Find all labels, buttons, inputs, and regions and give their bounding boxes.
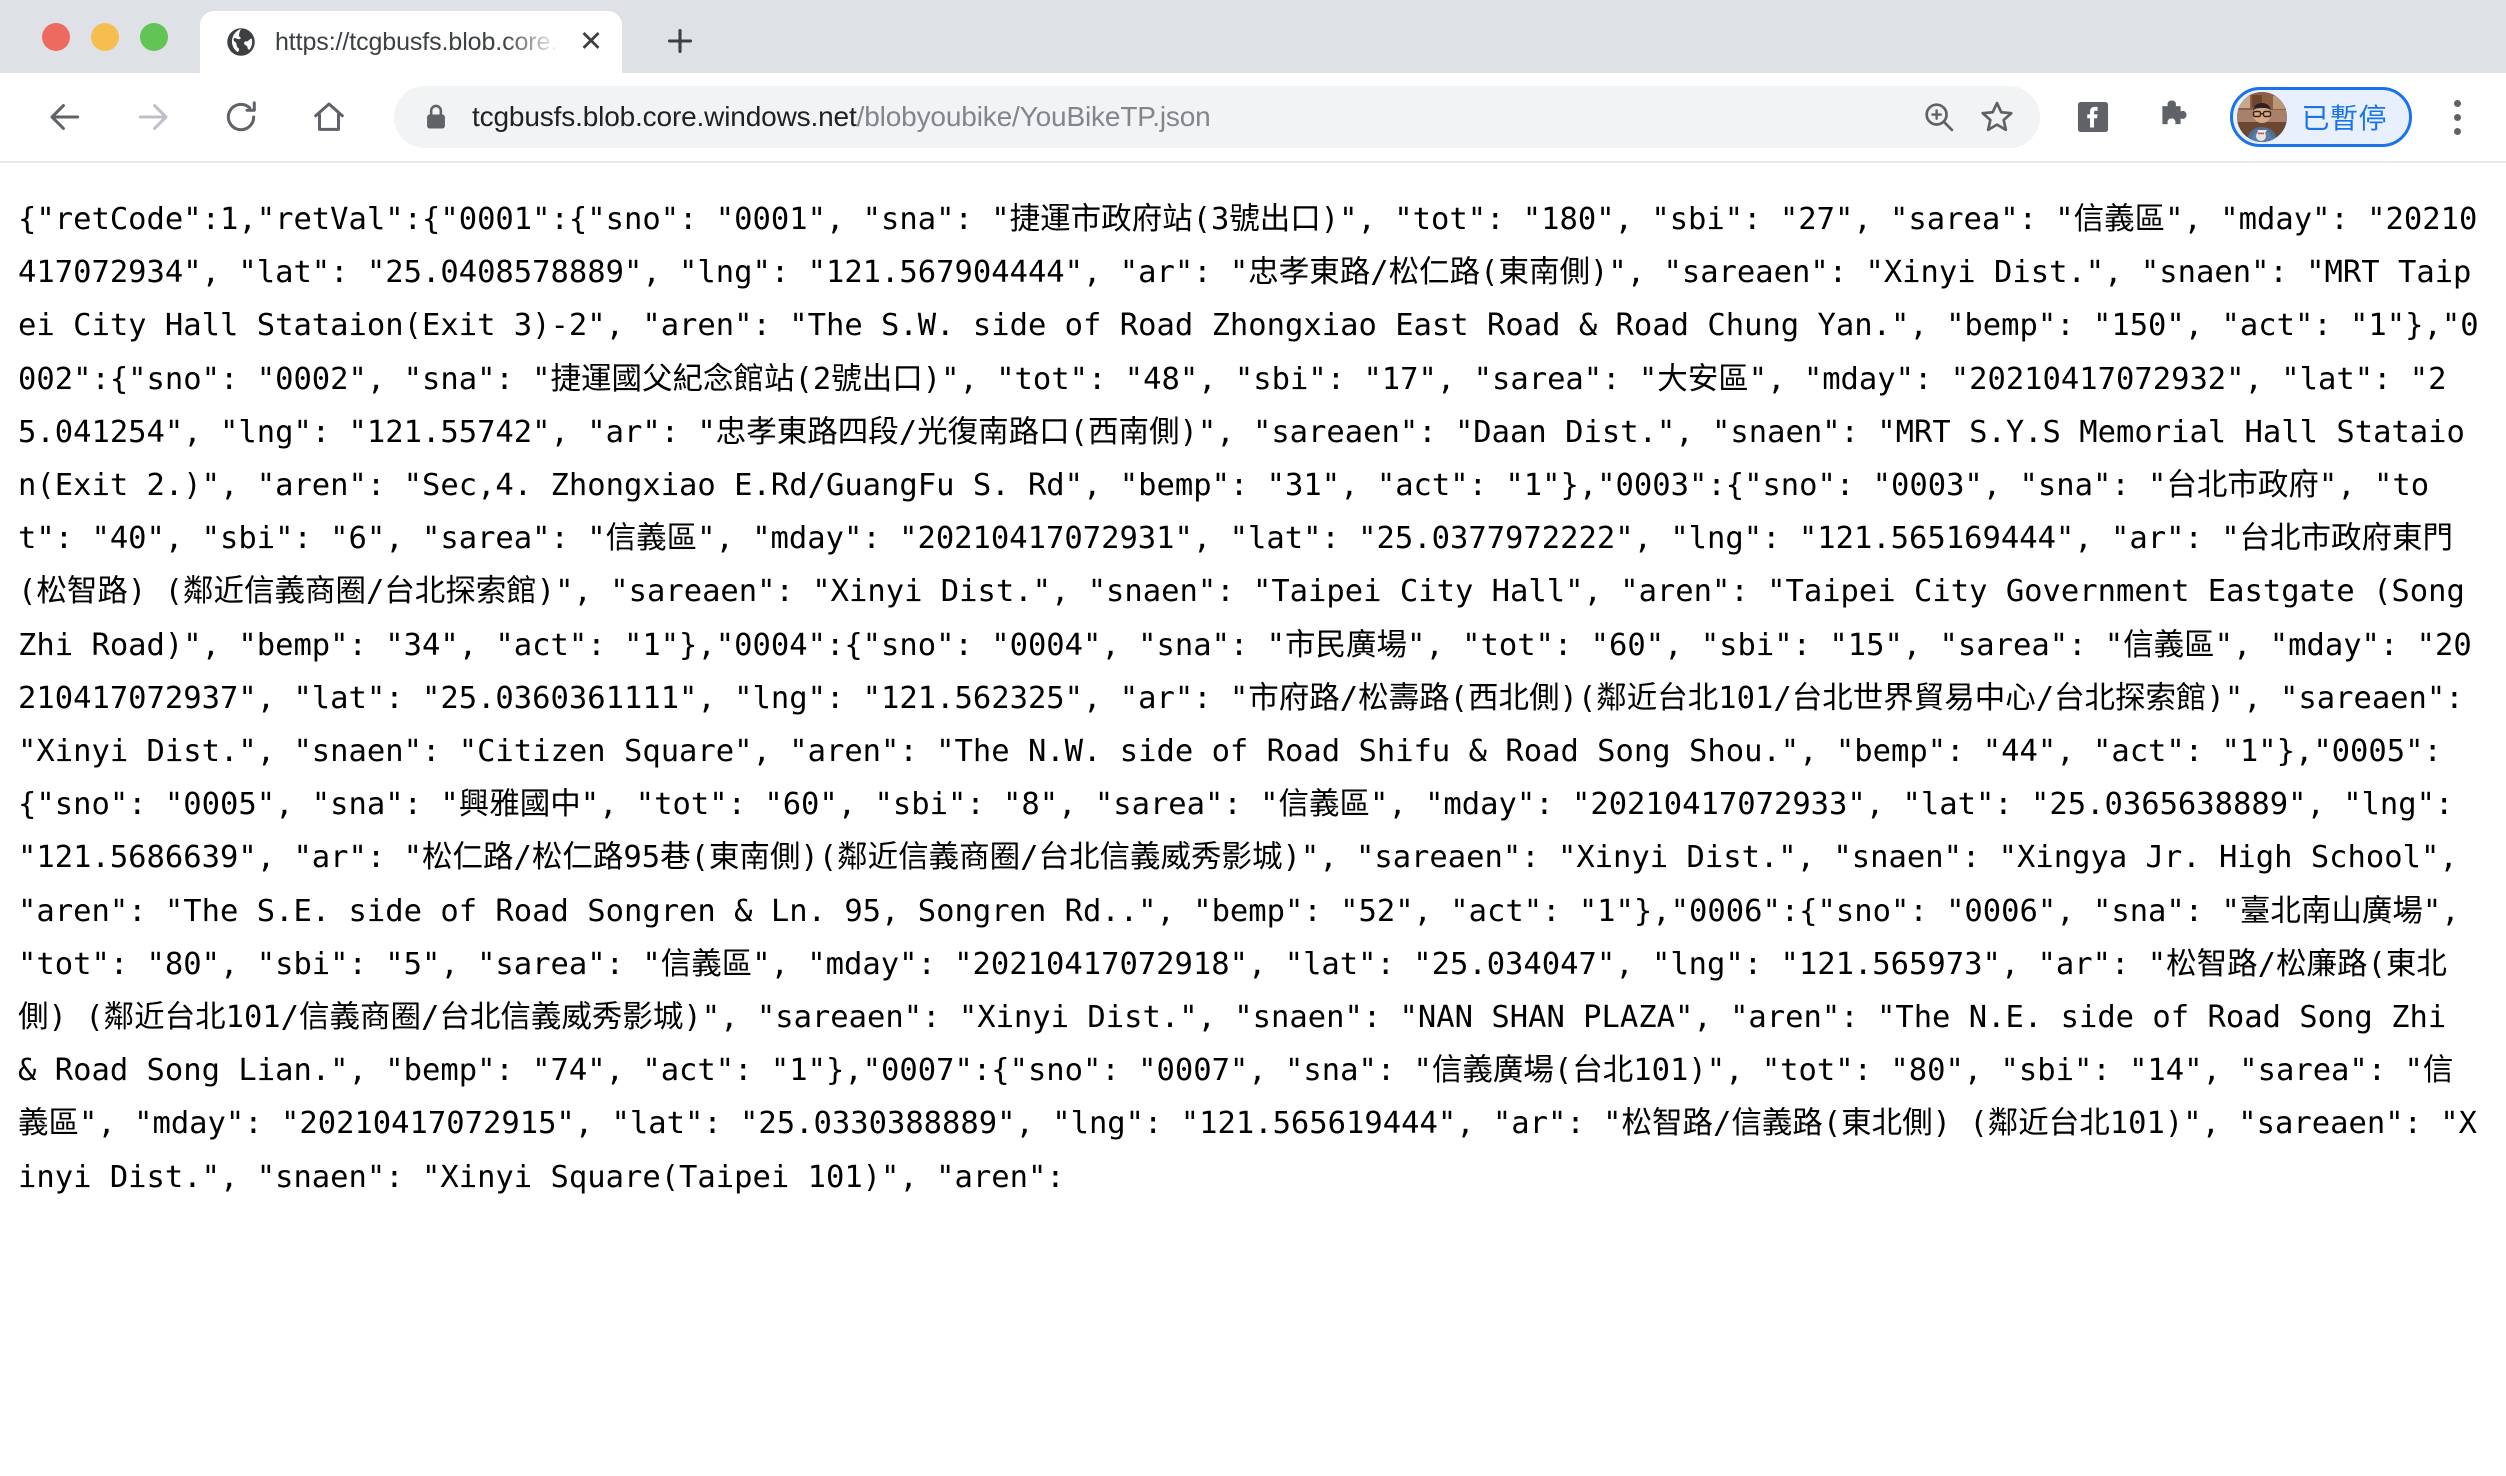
plus-icon — [667, 28, 693, 54]
browser-toolbar: tcgbusfs.blob.core.windows.net/blobyoubi… — [0, 73, 2506, 163]
profile-button[interactable]: 已暫停 — [2230, 87, 2412, 147]
bookmark-star-icon[interactable] — [1968, 88, 2026, 146]
arrow-right-icon — [138, 104, 168, 130]
extensions-puzzle-icon[interactable] — [2146, 88, 2204, 146]
facebook-icon[interactable] — [2064, 88, 2122, 146]
menu-dot — [2453, 99, 2461, 107]
page-content: {"retCode":1,"retVal":{"0001":{"sno": "0… — [0, 165, 2506, 1476]
browser-window: https://tcgbusfs.blob.core.wind ✕ — [0, 0, 2506, 1476]
maximize-window-button[interactable] — [140, 22, 168, 51]
reload-button[interactable] — [210, 86, 272, 148]
globe-icon — [226, 27, 256, 57]
tab-strip: https://tcgbusfs.blob.core.wind ✕ — [0, 0, 2506, 73]
three-dot-menu-icon[interactable] — [2432, 87, 2482, 147]
json-body-text: {"retCode":1,"retVal":{"0001":{"sno": "0… — [18, 202, 2484, 1195]
browser-tab[interactable]: https://tcgbusfs.blob.core.wind ✕ — [200, 11, 622, 73]
zoom-in-icon[interactable] — [1910, 88, 1968, 146]
user-avatar — [2237, 92, 2288, 142]
home-button[interactable] — [298, 86, 360, 148]
menu-dot — [2453, 127, 2461, 135]
profile-status-label: 已暫停 — [2301, 103, 2387, 134]
home-icon — [314, 102, 344, 131]
new-tab-button[interactable] — [652, 13, 708, 69]
close-window-button[interactable] — [42, 22, 70, 51]
tab-title: https://tcgbusfs.blob.core.wind — [275, 27, 568, 56]
menu-dot — [2453, 113, 2461, 121]
close-tab-button[interactable]: ✕ — [574, 25, 608, 59]
minimize-window-button[interactable] — [91, 22, 119, 51]
url-text: tcgbusfs.blob.core.windows.net/blobyoubi… — [472, 101, 1910, 133]
forward-button[interactable] — [122, 86, 184, 148]
arrow-left-icon — [50, 104, 80, 130]
lock-icon — [424, 103, 448, 131]
url-path: /blobyoubike/YouBikeTP.json — [856, 101, 1211, 132]
reload-icon — [226, 101, 256, 132]
url-domain: tcgbusfs.blob.core.windows.net — [472, 101, 857, 132]
address-bar[interactable]: tcgbusfs.blob.core.windows.net/blobyoubi… — [394, 86, 2041, 148]
back-button[interactable] — [34, 86, 96, 148]
window-controls — [42, 0, 168, 73]
